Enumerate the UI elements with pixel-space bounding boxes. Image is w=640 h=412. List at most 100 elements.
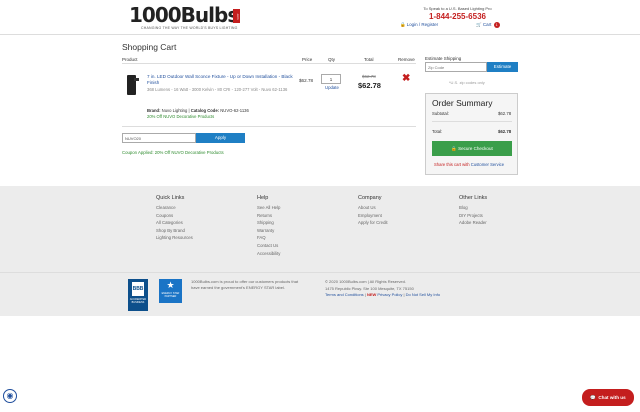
footer-link[interactable]: Shop By Brand (156, 227, 193, 235)
footer-col-quick-links: Quick Links Clearance Coupons All Catego… (156, 195, 193, 242)
chat-label: Chat with us (598, 395, 626, 400)
cart-count-badge: 1 (493, 22, 500, 28)
summary-divider (432, 121, 512, 122)
legal-links: Terms and Conditions | NEW Privacy Polic… (325, 292, 441, 297)
product-image[interactable] (124, 73, 140, 97)
order-summary-title: Order Summary (432, 98, 493, 108)
footer-heading: Quick Links (156, 195, 185, 201)
sconce-arm (134, 78, 139, 81)
col-head-total: Total (364, 57, 374, 62)
product-promo: 20% Off NUVO Decorative Products (147, 114, 215, 119)
footer-link[interactable]: Clearance (156, 204, 193, 212)
bbb-badge[interactable]: BBB ACCREDITED BUSINESS (128, 279, 148, 311)
cookie-settings-icon[interactable]: ◉ (3, 389, 17, 403)
footer-link[interactable]: Contact Us (257, 242, 280, 250)
estimate-button[interactable]: Estimate (487, 62, 518, 72)
footer-link[interactable]: Returns (257, 212, 280, 220)
subtotal-label: Subtotal: (432, 111, 449, 116)
coupon-input[interactable] (122, 133, 196, 143)
login-register-link[interactable]: 🔒Login / Register (400, 22, 438, 28)
footer-links-area (0, 186, 640, 272)
item-price: $62.78 (299, 78, 314, 83)
footer-link[interactable]: Coupons (156, 212, 193, 220)
logo-tagline: CHANGING THE WAY THE WORLD'S BUYS LIGHTI… (141, 26, 238, 30)
footer-link[interactable]: About Us (358, 204, 388, 212)
footer-link[interactable]: All Categories (156, 219, 193, 227)
footer-link[interactable]: Shipping (257, 219, 280, 227)
footer-link[interactable]: See All Help (257, 204, 280, 212)
quantity-input[interactable] (321, 74, 341, 84)
footer-link[interactable]: Employment (358, 212, 388, 220)
page-title: Shopping Cart (122, 42, 177, 52)
footer-col-other-links: Other Links Blog DIY Projects Adobe Read… (459, 195, 487, 227)
footer-legal-area (0, 272, 640, 316)
update-link[interactable]: Update (325, 85, 339, 90)
share-link[interactable]: Customer Service (471, 162, 504, 167)
secure-checkout-button[interactable]: 🔒 Secure Checkout (432, 141, 512, 156)
footer-link[interactable]: Blog (459, 204, 487, 212)
col-head-product: Product (122, 57, 138, 62)
apply-coupon-button[interactable]: Apply (196, 133, 245, 143)
zip-note: *U.S. zip codes only (449, 80, 485, 85)
footer-heading: Company (358, 195, 382, 201)
footer-link[interactable]: Warranty (257, 227, 280, 235)
chat-button[interactable]: 💬 Chat with us (582, 389, 634, 406)
product-title-link[interactable]: 7 in. LED Outdoor Wall Sconce Fixture - … (147, 74, 295, 86)
bbb-sub: ACCREDITED BUSINESS (129, 298, 147, 304)
terms-link[interactable]: Terms and Conditions (325, 292, 364, 297)
zip-code-input[interactable] (425, 62, 487, 72)
coupon-applied-message: Coupon Applied: 20% Off NUVO Decorative … (122, 150, 224, 155)
login-register-label: Login / Register (406, 22, 439, 27)
share-prefix: Share this cart with (434, 162, 470, 167)
footer-col-company: Company About Us Employment Apply for Cr… (358, 195, 388, 227)
col-head-price: Price (302, 57, 313, 62)
footer-link[interactable]: FAQ (257, 234, 280, 242)
remove-item-icon[interactable]: ✖ (402, 74, 410, 84)
total-value: $62.78 (498, 129, 512, 134)
col-head-remove: Remove (398, 57, 415, 62)
brand-label: Brand: (147, 108, 161, 113)
product-specs: 368 Lumens - 16 Watt - 3000 Kelvin - 80 … (147, 87, 288, 92)
item-old-total: $62.78 (362, 74, 376, 79)
new-tag: NEW (366, 292, 377, 297)
phone-block: To Speak to a U.S. Based Lighting Pro 1-… (405, 6, 510, 21)
site-header: 1000Bulbs .com CHANGING THE WAY THE WORL… (0, 0, 640, 35)
energy-star-badge: ★ ENERGY STAR PARTNER (159, 279, 182, 303)
share-cart-line[interactable]: Share this cart with Customer Service (434, 162, 504, 167)
estimate-shipping-label: Estimate Shipping (425, 56, 462, 61)
catalog-label: Catalog Code: (190, 108, 220, 113)
cart-link[interactable]: 🛒 Cart 1 (476, 22, 500, 28)
cart-label: Cart (482, 22, 492, 27)
footer-heading: Other Links (459, 195, 488, 201)
logo-text: 1000Bulbs (129, 3, 239, 27)
chat-bubble-icon: 💬 (590, 395, 597, 400)
subtotal-value: $62.78 (498, 111, 512, 116)
footer-link[interactable]: Accessibility (257, 250, 280, 258)
energy-star-text: 1000Bulbs.com is proud to offer our cust… (191, 279, 299, 291)
catalog-value: NUVO-62-1136 (220, 108, 249, 113)
energy-star-label: ENERGY STAR PARTNER (161, 292, 180, 298)
phone-label: To Speak to a U.S. Based Lighting Pro (423, 6, 492, 11)
bbb-seal-icon: BBB (132, 282, 144, 296)
footer-col-help: Help See All Help Returns Shipping Warra… (257, 195, 280, 257)
col-head-qty: Qty (328, 57, 336, 62)
item-total: $62.78 (358, 81, 381, 90)
logo-com-tab: .com (233, 9, 240, 23)
privacy-link[interactable]: Privacy Policy (377, 292, 402, 297)
lock-icon: 🔒 (451, 146, 457, 151)
energy-star-icon: ★ (166, 280, 175, 290)
phone-number[interactable]: 1-844-255-6536 (405, 12, 510, 21)
do-not-sell-link[interactable]: Do Not Sell My Info (406, 292, 440, 297)
total-label: Total: (432, 129, 443, 134)
cart-icon: 🛒 (476, 22, 482, 27)
footer-link[interactable]: Apply for Credit (358, 219, 388, 227)
footer-link[interactable]: Lighting Resources (156, 234, 193, 242)
site-logo[interactable]: 1000Bulbs .com CHANGING THE WAY THE WORL… (129, 3, 241, 30)
footer-link[interactable]: Adobe Reader (459, 219, 487, 227)
header-divider (122, 63, 416, 64)
footer-heading: Help (257, 195, 269, 201)
checkout-label: Secure Checkout (458, 146, 493, 151)
product-brand-line: Brand: Nuvo Lighting | Catalog Code: NUV… (147, 108, 249, 113)
footer-link[interactable]: DIY Projects (459, 212, 487, 220)
brand-value: Nuvo Lighting (161, 108, 188, 113)
